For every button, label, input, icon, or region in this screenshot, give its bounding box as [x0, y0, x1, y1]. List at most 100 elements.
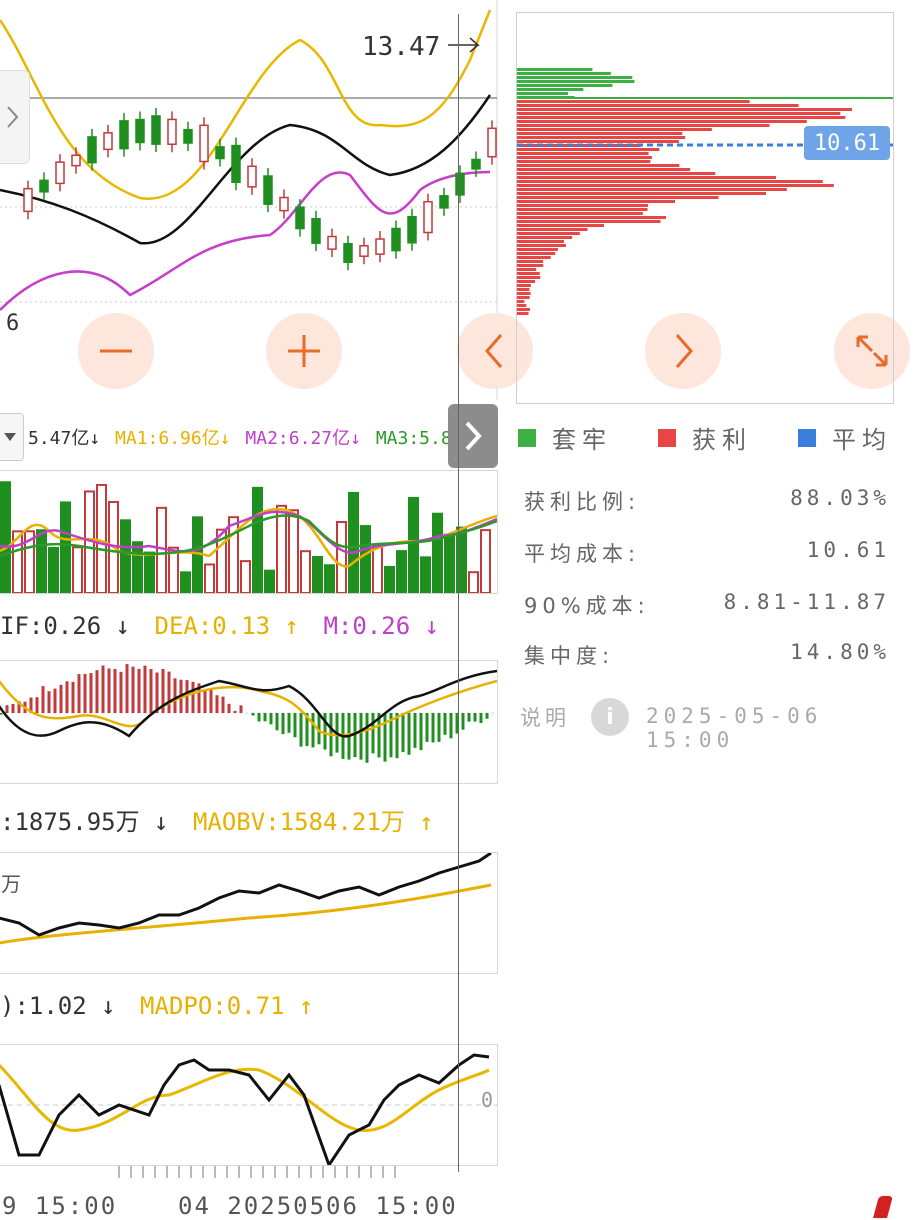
chip-bar [517, 212, 643, 215]
chip-bar [517, 256, 551, 259]
kline-panel[interactable]: 13.47 6 [0, 0, 500, 400]
time-axis-right: 04 20250506 15:00 [178, 1192, 458, 1220]
chip-bar [517, 216, 667, 219]
volume-bar [144, 551, 155, 594]
volume-bar [0, 481, 11, 595]
chip-bar [517, 300, 525, 303]
volume-chart [0, 481, 498, 595]
candle [279, 196, 289, 212]
stat-label-avg-cost: 平均成本: [524, 542, 641, 566]
stat-value-profit-ratio: 88.03% [790, 486, 890, 510]
chip-bar [517, 268, 537, 271]
chip-bar [517, 260, 544, 263]
legend-label: 平均 [832, 426, 892, 454]
stat-label-profit-ratio: 获利比例: [524, 490, 641, 514]
candle [359, 245, 369, 257]
chip-bar [517, 100, 750, 103]
volume-panel [0, 470, 498, 595]
chip-bar [517, 236, 573, 239]
chip-bar [517, 180, 823, 183]
volume-bar [300, 550, 311, 594]
volume-bar [396, 550, 407, 594]
chevron-left-icon [485, 334, 503, 368]
chip-bar [517, 84, 613, 87]
macd-header: IF:0.26 ↓ DEA:0.13 ↑ M:0.26 ↓ [0, 612, 439, 640]
candle [55, 161, 65, 185]
dpo-panel: 0 [0, 1044, 498, 1169]
dea-value: DEA:0.13 ↑ [154, 612, 300, 640]
chevron-right-icon [7, 106, 19, 128]
chip-bar [517, 312, 529, 315]
candle [151, 115, 161, 145]
chip-bar [517, 148, 660, 151]
time-axis-left: 9 15:00 [2, 1192, 118, 1220]
candle [375, 238, 385, 255]
legend-swatch [518, 428, 536, 447]
chip-bar [517, 156, 652, 159]
chip-bar [517, 80, 635, 83]
volume-bar [276, 504, 287, 594]
dpo-zero-label: 0 [481, 1088, 493, 1112]
madpo-value: MADPO:0.71 ↑ [140, 992, 314, 1020]
volume-bar [444, 533, 455, 594]
stat-value-avg-cost: 10.61 [806, 538, 890, 562]
chip-bar [517, 164, 680, 167]
stat-label-concentration: 集中度: [524, 644, 615, 668]
chip-bar [517, 120, 807, 123]
candle [71, 154, 81, 167]
chip-bar [517, 184, 834, 187]
chip-bar [517, 284, 531, 287]
brand-mark [873, 1196, 893, 1218]
volume-bar [420, 556, 431, 595]
indicator-dropdown[interactable] [0, 413, 24, 461]
chip-bar [517, 280, 536, 283]
chip-bar [517, 76, 633, 79]
dif-value: IF:0.26 ↓ [0, 612, 131, 640]
volume-bar [60, 501, 71, 595]
chip-bar [517, 108, 852, 111]
time-scroll-ticks[interactable] [118, 1166, 398, 1178]
chip-bar [517, 228, 588, 231]
volume-bar [480, 529, 491, 594]
dpo-value: ):1.02 ↓ [0, 992, 116, 1020]
chip-bar [517, 88, 584, 91]
vol-value: 5.47亿↓ [28, 428, 101, 449]
legend-swatch [658, 428, 676, 447]
plus-icon [288, 335, 320, 367]
volume-bar [336, 520, 347, 594]
volume-bar [348, 491, 359, 595]
chip-bar [517, 176, 776, 179]
candle [247, 165, 257, 188]
volume-bar [384, 565, 395, 595]
volume-bar [156, 506, 167, 594]
expand-indicator-button[interactable] [448, 404, 498, 468]
zoom-out-button[interactable] [78, 313, 154, 389]
legend-label: 套牢 [552, 426, 612, 454]
volume-bar [432, 512, 443, 594]
chip-bar [517, 288, 530, 291]
chip-bar [517, 132, 683, 135]
candle [119, 120, 129, 150]
candle [135, 118, 145, 144]
chip-bar [517, 136, 686, 139]
zoom-in-button[interactable] [266, 313, 342, 389]
info-icon[interactable]: i [591, 698, 629, 736]
macd-chart [0, 664, 498, 763]
chip-bar [517, 224, 605, 227]
volume-bar [72, 546, 83, 594]
current-price-label: 13.47 [362, 32, 440, 62]
avg-cost-tag: 10.61 [804, 126, 890, 160]
candle [263, 175, 273, 205]
chip-bar [517, 204, 648, 207]
chip-bar [517, 208, 648, 211]
volume-bar [372, 545, 383, 594]
volume-bar [36, 529, 47, 594]
chip-bar [517, 296, 530, 299]
candle [23, 187, 33, 213]
caret-down-icon [4, 433, 16, 441]
collapse-tab[interactable] [0, 70, 30, 164]
volume-bar [264, 569, 275, 595]
volume-bar [120, 519, 131, 594]
candle [343, 242, 353, 264]
note-label[interactable]: 说明 [520, 702, 570, 732]
